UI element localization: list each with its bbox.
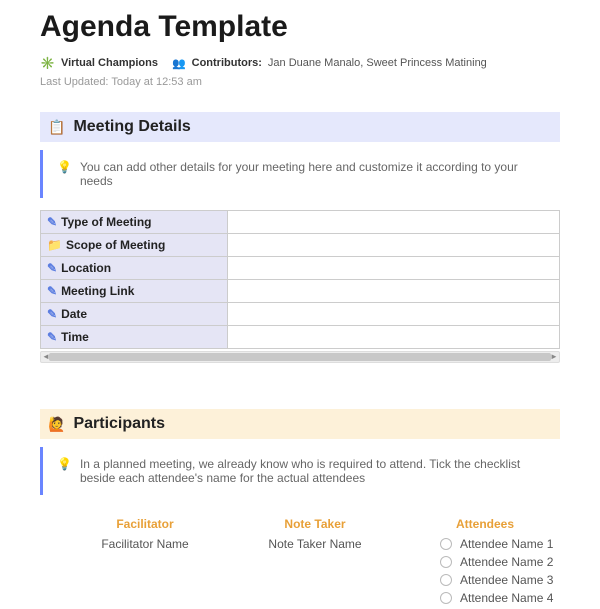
table-row: 📁 Scope of Meeting [41, 234, 560, 257]
hint-text: In a planned meeting, we already know wh… [80, 457, 550, 485]
pen-icon: ✎ [47, 215, 57, 229]
attendee-checkbox[interactable] [440, 592, 452, 604]
meta-row: ✳️ Virtual Champions 👥 Contributors: Jan… [40, 56, 560, 70]
detail-value[interactable] [227, 211, 559, 234]
detail-value[interactable] [227, 303, 559, 326]
attendees-column: Attendees Attendee Name 1 Attendee Name 2… [410, 517, 560, 609]
detail-value[interactable] [227, 257, 559, 280]
detail-label-text: Date [61, 307, 87, 321]
detail-label-text: Type of Meeting [61, 215, 151, 229]
list-item: Attendee Name 2 [440, 555, 560, 569]
pen-icon: ✎ [47, 261, 57, 275]
document-container: Agenda Template ✳️ Virtual Champions 👥 C… [0, 0, 600, 609]
contributors-icon: 👥 [172, 57, 186, 70]
folder-icon: 📁 [47, 238, 62, 252]
bulb-icon: 💡 [57, 457, 72, 485]
detail-value[interactable] [227, 280, 559, 303]
detail-value[interactable] [227, 326, 559, 349]
section-title: Participants [73, 415, 165, 433]
detail-label-text: Scope of Meeting [66, 238, 165, 252]
table-row: ✎ Type of Meeting [41, 211, 560, 234]
detail-label-text: Meeting Link [61, 284, 134, 298]
bulb-icon: 💡 [57, 160, 72, 188]
horizontal-scrollbar[interactable]: ◄ ► [40, 351, 560, 363]
facilitator-header: Facilitator [70, 517, 220, 531]
attendee-name[interactable]: Attendee Name 2 [460, 555, 553, 569]
attendee-name[interactable]: Attendee Name 3 [460, 573, 553, 587]
contributors-label: Contributors: [192, 57, 262, 69]
workspace-name[interactable]: Virtual Champions [61, 57, 158, 69]
detail-label-text: Time [61, 330, 89, 344]
detail-label: 📁 Scope of Meeting [41, 234, 228, 257]
attendees-list: Attendee Name 1 Attendee Name 2 Attendee N… [410, 537, 560, 605]
participants-grid: Facilitator Facilitator Name Note Taker … [40, 507, 560, 609]
table-row: ✎ Date [41, 303, 560, 326]
pen-icon: ✎ [47, 284, 57, 298]
pen-icon: ✎ [47, 307, 57, 321]
table-row: ✎ Meeting Link [41, 280, 560, 303]
list-item: Attendee Name 1 [440, 537, 560, 551]
note-taker-name[interactable]: Note Taker Name [240, 537, 390, 551]
meeting-details-table: ✎ Type of Meeting 📁 Scope of Meeting ✎ Locati… [40, 210, 560, 349]
attendee-checkbox[interactable] [440, 538, 452, 550]
last-updated-value: Today at 12:53 am [111, 76, 202, 88]
last-updated-label: Last Updated: [40, 76, 109, 88]
last-updated: Last Updated: Today at 12:53 am [40, 76, 560, 88]
note-taker-column: Note Taker Note Taker Name [240, 517, 390, 609]
attendee-name[interactable]: Attendee Name 4 [460, 591, 553, 605]
detail-label-text: Location [61, 261, 111, 275]
attendee-name[interactable]: Attendee Name 1 [460, 537, 553, 551]
person-icon: 🙋 [48, 416, 65, 433]
hint-text: You can add other details for your meeti… [80, 160, 550, 188]
contributors-names[interactable]: Jan Duane Manalo, Sweet Princess Matinin… [268, 57, 487, 69]
section-header-meeting-details: 📋 Meeting Details [40, 112, 560, 142]
detail-value[interactable] [227, 234, 559, 257]
attendees-header: Attendees [410, 517, 560, 531]
attendee-checkbox[interactable] [440, 574, 452, 586]
details-hint: 💡 You can add other details for your mee… [40, 150, 560, 198]
facilitator-name[interactable]: Facilitator Name [70, 537, 220, 551]
detail-label: ✎ Location [41, 257, 228, 280]
table-row: ✎ Time [41, 326, 560, 349]
scroll-right-icon[interactable]: ► [549, 352, 559, 361]
scroll-thumb[interactable] [49, 353, 551, 361]
workspace-icon: ✳️ [40, 56, 55, 70]
section-header-participants: 🙋 Participants [40, 409, 560, 439]
note-taker-header: Note Taker [240, 517, 390, 531]
detail-label: ✎ Type of Meeting [41, 211, 228, 234]
detail-label: ✎ Time [41, 326, 228, 349]
list-item: Attendee Name 4 [440, 591, 560, 605]
table-row: ✎ Location [41, 257, 560, 280]
participants-hint: 💡 In a planned meeting, we already know … [40, 447, 560, 495]
attendee-checkbox[interactable] [440, 556, 452, 568]
list-item: Attendee Name 3 [440, 573, 560, 587]
facilitator-column: Facilitator Facilitator Name [70, 517, 220, 609]
notes-icon: 📋 [48, 119, 65, 136]
detail-label: ✎ Meeting Link [41, 280, 228, 303]
detail-label: ✎ Date [41, 303, 228, 326]
page-title: Agenda Template [40, 10, 560, 44]
pen-icon: ✎ [47, 330, 57, 344]
section-title: Meeting Details [73, 118, 190, 136]
